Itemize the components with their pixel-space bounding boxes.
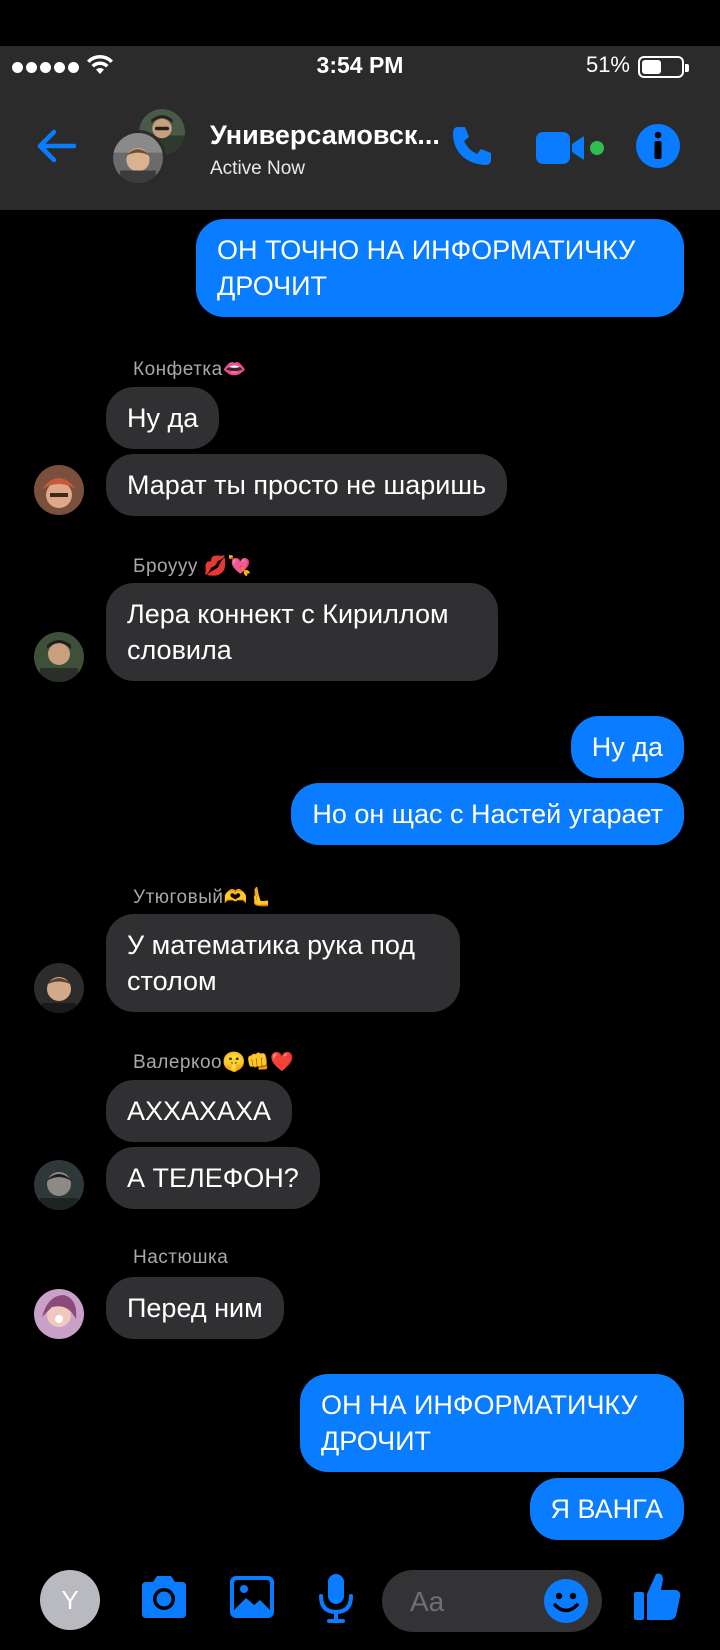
camera-icon[interactable] (138, 1574, 190, 1622)
message-input[interactable]: Aa (382, 1570, 602, 1632)
emoji-icon[interactable] (542, 1577, 590, 1625)
message-composer: Y Aa (0, 1560, 720, 1650)
sender-name: Конфетка👄 (133, 359, 247, 380)
outgoing-message[interactable]: Ну да (570, 716, 684, 778)
incoming-message[interactable]: Перед ним (106, 1277, 284, 1339)
sender-avatar[interactable] (34, 632, 84, 682)
sender-name: Утюговый🫶🫷 (133, 887, 272, 908)
image-icon[interactable] (228, 1574, 276, 1620)
sender-name: Валеркоо🤫👊❤️ (133, 1052, 295, 1073)
info-icon[interactable] (634, 122, 682, 170)
sender-avatar[interactable] (34, 1289, 84, 1339)
video-icon[interactable] (534, 126, 606, 170)
active-status: Active Now (210, 158, 306, 179)
incoming-message[interactable]: У математика рука под столом (106, 914, 460, 1012)
sender-name: Броууу 💋💘 (133, 556, 252, 577)
incoming-message[interactable]: А ТЕЛЕФОН? (106, 1147, 320, 1209)
incoming-message[interactable]: Ну да (106, 387, 220, 449)
outgoing-message[interactable]: ОН ТОЧНО НА ИНФОРМАТИЧКУ ДРОЧИТ (196, 219, 684, 317)
sender-avatar[interactable] (34, 1160, 84, 1210)
incoming-message[interactable]: Марат ты просто не шаришь (106, 454, 508, 516)
status-bar: 3:54 PM 51% (0, 0, 720, 100)
thumbs-up-icon[interactable] (632, 1570, 682, 1622)
message-input-placeholder: Aa (410, 1586, 445, 1617)
sender-avatar[interactable] (34, 963, 84, 1013)
sender-name: Настюшка (133, 1247, 229, 1268)
outgoing-message[interactable]: Я ВАНГА (529, 1478, 684, 1540)
outgoing-message[interactable]: Но он щас с Настей угарает (291, 783, 684, 845)
phone-icon[interactable] (448, 122, 496, 170)
group-avatar[interactable] (108, 106, 188, 186)
member-avatar-photo (110, 130, 166, 186)
incoming-message[interactable]: Лера коннект с Кириллом словила (106, 583, 498, 681)
back-arrow-icon[interactable] (34, 124, 78, 168)
conversation-title[interactable]: Универсамовск... (210, 120, 450, 151)
incoming-message[interactable]: АХХАХАХА (106, 1080, 293, 1142)
outgoing-message[interactable]: ОН НА ИНФОРМАТИЧКУ ДРОЧИТ (300, 1374, 684, 1472)
conversation-header: Универсамовск... Active Now (0, 86, 720, 210)
sender-avatar[interactable] (34, 465, 84, 515)
battery-percentage: 51% (585, 52, 630, 77)
user-avatar-button[interactable]: Y (40, 1570, 100, 1630)
microphone-icon[interactable] (318, 1572, 354, 1624)
battery-icon (638, 56, 689, 78)
